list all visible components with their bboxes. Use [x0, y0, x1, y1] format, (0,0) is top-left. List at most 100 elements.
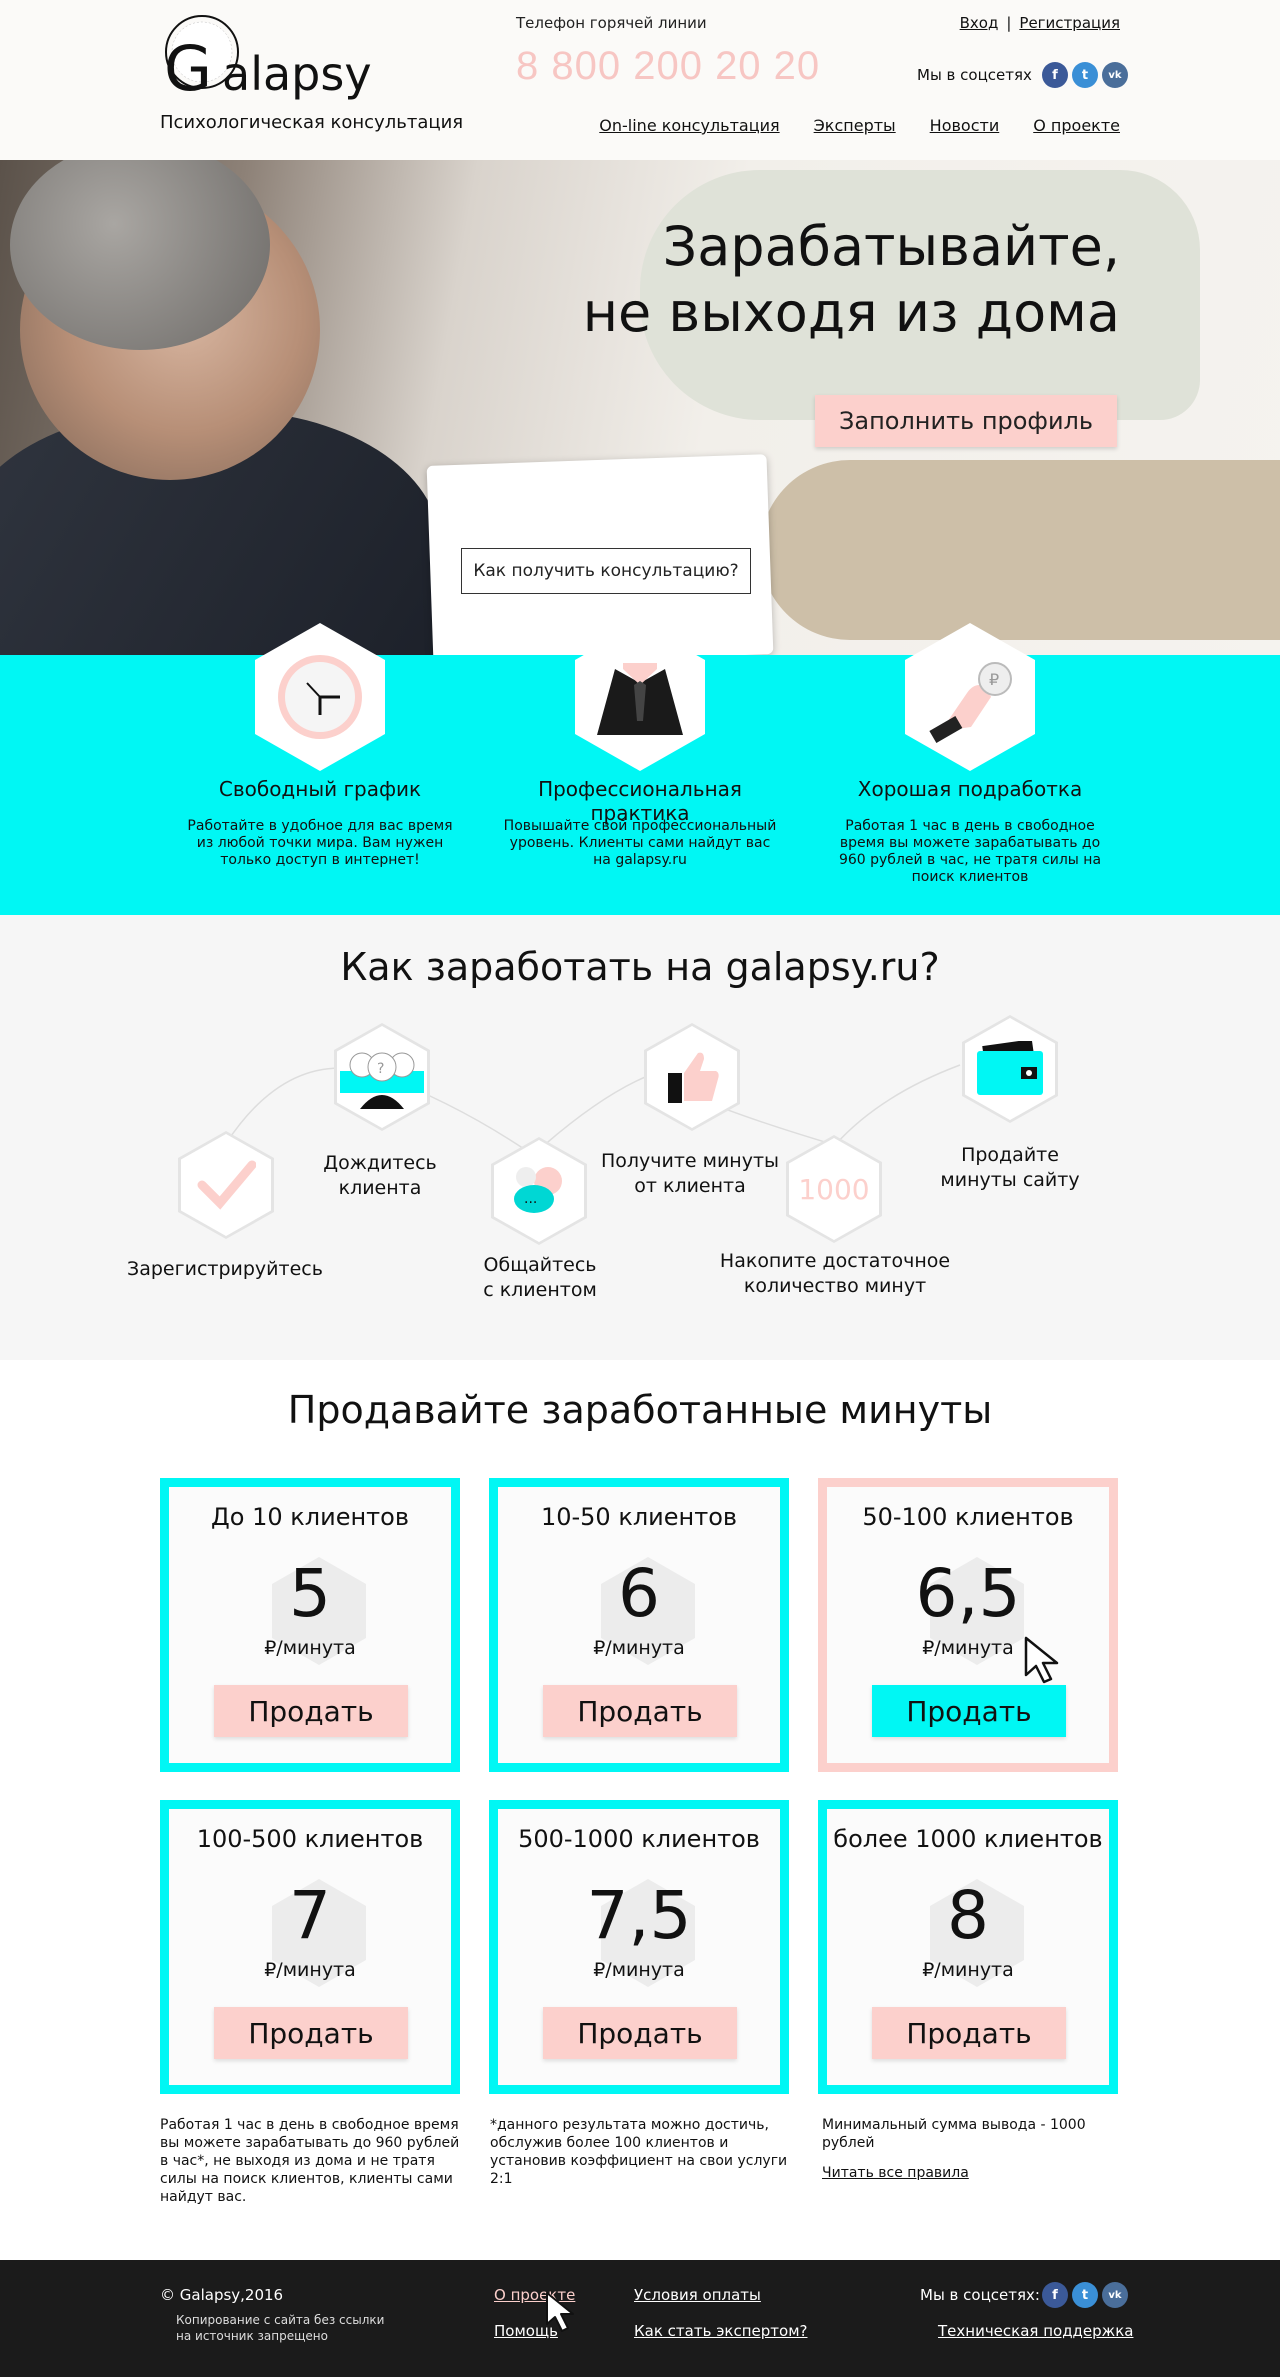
- price-value: 7: [289, 1877, 331, 1954]
- price-unit: ₽/минута: [593, 1637, 685, 1659]
- price-unit: ₽/минута: [922, 1959, 1014, 1981]
- steps-connector-lines: [224, 1064, 961, 1156]
- feature-title: Свободный график: [218, 777, 422, 801]
- result-footnote: *данного результата можно достичь, обслу…: [490, 2117, 788, 2187]
- footer-help-link[interactable]: Помощь: [494, 2322, 558, 2340]
- price-card-title: более 1000 клиентов: [833, 1825, 1103, 1853]
- site-footer: © Galapsy,2016 Копирование с сайта без с…: [0, 2260, 1280, 2377]
- footer-become-expert-link[interactable]: Как стать экспертом?: [634, 2322, 807, 2340]
- price-card-highlighted: 50-100 клиентов 6,5 ₽/минута Продать: [818, 1478, 1118, 1772]
- price-card-title: 10-50 клиентов: [540, 1503, 738, 1531]
- price-unit: ₽/минута: [264, 1637, 356, 1659]
- price-card-title: 100-500 клиентов: [196, 1825, 424, 1853]
- feature-text: Повышайте свой профессиональный уровень.…: [503, 818, 777, 868]
- counter-text: 1000: [798, 1172, 870, 1206]
- step-label-line1: Дождитесь: [323, 1152, 437, 1174]
- copy-note: Копирование с сайта без ссылки на источн…: [176, 2312, 384, 2344]
- step-label-line1: Общайтесь: [483, 1254, 597, 1276]
- social-label: Мы в соцсетях: [917, 66, 1032, 84]
- nav-online-consultation[interactable]: On-line консультация: [599, 116, 779, 135]
- svg-text:?: ?: [377, 1061, 384, 1077]
- mouse-cursor-icon: [1024, 1636, 1059, 1684]
- price-unit: ₽/минута: [593, 1959, 685, 1981]
- step-label-line2: количество минут: [743, 1275, 927, 1297]
- svg-text:₽: ₽: [989, 670, 999, 689]
- min-withdrawal-note: Минимальный сумма вывода - 1000 рублей Ч…: [822, 2116, 1122, 2182]
- vk-icon[interactable]: vk: [1102, 2282, 1128, 2308]
- galapsy-logo[interactable]: G alapsy: [160, 14, 460, 104]
- svg-text:...: ...: [524, 1191, 537, 1207]
- feature-title: Хорошая подработка: [857, 777, 1083, 801]
- step-label-line2: клиента: [338, 1177, 422, 1199]
- how-to-get-consultation-button[interactable]: Как получить консультацию?: [461, 548, 751, 594]
- price-unit: ₽/минута: [264, 1959, 356, 1981]
- footer-payment-link[interactable]: Условия оплаты: [634, 2286, 761, 2304]
- hotline-phone[interactable]: 8 800 200 20 20: [516, 44, 820, 89]
- footer-support-link[interactable]: Техническая поддержка: [938, 2322, 1133, 2340]
- login-link[interactable]: Вход: [960, 14, 999, 32]
- price-value: 5: [289, 1555, 331, 1632]
- hero-title: Зарабатывайте, не выходя из дома: [583, 214, 1120, 346]
- price-value: 8: [947, 1877, 989, 1954]
- how-to-earn-section: Как заработать на galapsy.ru? Зарегистри…: [0, 915, 1280, 1360]
- step-label-line1: Накопите достаточное: [719, 1250, 951, 1272]
- nav-news[interactable]: Новости: [930, 116, 1000, 135]
- auth-separator: |: [1006, 14, 1012, 32]
- hotline-label: Телефон горячей линии: [516, 14, 707, 32]
- nav-experts[interactable]: Эксперты: [814, 116, 896, 135]
- fill-profile-button[interactable]: Заполнить профиль: [815, 395, 1117, 447]
- nav-about[interactable]: О проекте: [1033, 116, 1120, 135]
- read-rules-link[interactable]: Читать все правила: [822, 2165, 969, 2181]
- auth-links: Вход | Регистрация: [960, 14, 1120, 32]
- step-sell-minutes-label: Продайте минуты сайту: [910, 1143, 1110, 1193]
- price-value: 6,5: [915, 1555, 1021, 1632]
- features-section: Свободный график Работайте в удобное для…: [0, 623, 1280, 915]
- step-communicate-label: Общайтесь с клиентом: [440, 1253, 640, 1303]
- sell-button[interactable]: Продать: [872, 1685, 1066, 1737]
- step-label-line2: с клиентом: [483, 1279, 597, 1301]
- price-card: 10-50 клиентов 6 ₽/минута Продать: [489, 1478, 789, 1772]
- logo-wordmark: alapsy: [222, 47, 372, 101]
- sell-button[interactable]: Продать: [214, 2007, 408, 2059]
- price-card-title: 50-100 клиентов: [862, 1503, 1074, 1531]
- hero-banner: Зарабатывайте, не выходя из дома Заполни…: [0, 160, 1280, 655]
- footer-social-links: f t vk: [1042, 2282, 1128, 2308]
- price-card: более 1000 клиентов 8 ₽/минута Продать: [818, 1800, 1118, 2094]
- twitter-icon[interactable]: t: [1072, 62, 1098, 88]
- facebook-icon[interactable]: f: [1042, 2282, 1068, 2308]
- sell-button[interactable]: Продать: [543, 2007, 737, 2059]
- step-label-line1: Получите минуты: [600, 1150, 780, 1172]
- earnings-note: Работая 1 час в день в свободное время в…: [160, 2117, 460, 2205]
- sell-button[interactable]: Продать: [543, 1685, 737, 1737]
- price-card: До 10 клиентов 5 ₽/минута Продать: [160, 1478, 460, 1772]
- copy-note-line2: на источник запрещено: [176, 2329, 328, 2343]
- footer-social-label: Мы в соцсетях:: [920, 2286, 1040, 2304]
- svg-text:G: G: [164, 32, 212, 104]
- step-label-line1: Продайте: [961, 1144, 1059, 1166]
- price-card-title: До 10 клиентов: [211, 1503, 409, 1531]
- hero-photo-legs: [760, 460, 1280, 640]
- copy-note-line1: Копирование с сайта без ссылки: [176, 2313, 385, 2327]
- vk-icon[interactable]: vk: [1102, 62, 1128, 88]
- twitter-icon[interactable]: t: [1072, 2282, 1098, 2308]
- hero-title-line2: не выходя из дома: [582, 281, 1120, 344]
- site-header: G alapsy Психологическая консультация Те…: [0, 0, 1280, 160]
- step-wait-client-label: Дождитесь клиента: [280, 1151, 480, 1201]
- step-receive-minutes-label: Получите минуты от клиента: [580, 1149, 800, 1199]
- step-label-line2: минуты сайту: [940, 1169, 1080, 1191]
- social-links: f t vk: [1042, 62, 1128, 88]
- price-card-title: 500-1000 клиентов: [518, 1825, 760, 1853]
- register-link[interactable]: Регистрация: [1019, 14, 1120, 32]
- sell-button[interactable]: Продать: [872, 2007, 1066, 2059]
- feature-text: Работайте в удобное для вас время из люб…: [187, 818, 453, 868]
- price-card: 100-500 клиентов 7 ₽/минута Продать: [160, 1800, 460, 2094]
- hero-title-line1: Зарабатывайте,: [662, 215, 1120, 278]
- step-accumulate-label: Накопите достаточное количество минут: [690, 1249, 980, 1299]
- facebook-icon[interactable]: f: [1042, 62, 1068, 88]
- price-value: 6: [618, 1555, 660, 1632]
- logo-subtitle: Психологическая консультация: [160, 112, 464, 133]
- step-label-line2: от клиента: [634, 1175, 746, 1197]
- sell-button[interactable]: Продать: [214, 1685, 408, 1737]
- min-withdrawal-text: Минимальный сумма вывода - 1000 рублей: [822, 2117, 1086, 2151]
- price-value: 7,5: [586, 1877, 692, 1954]
